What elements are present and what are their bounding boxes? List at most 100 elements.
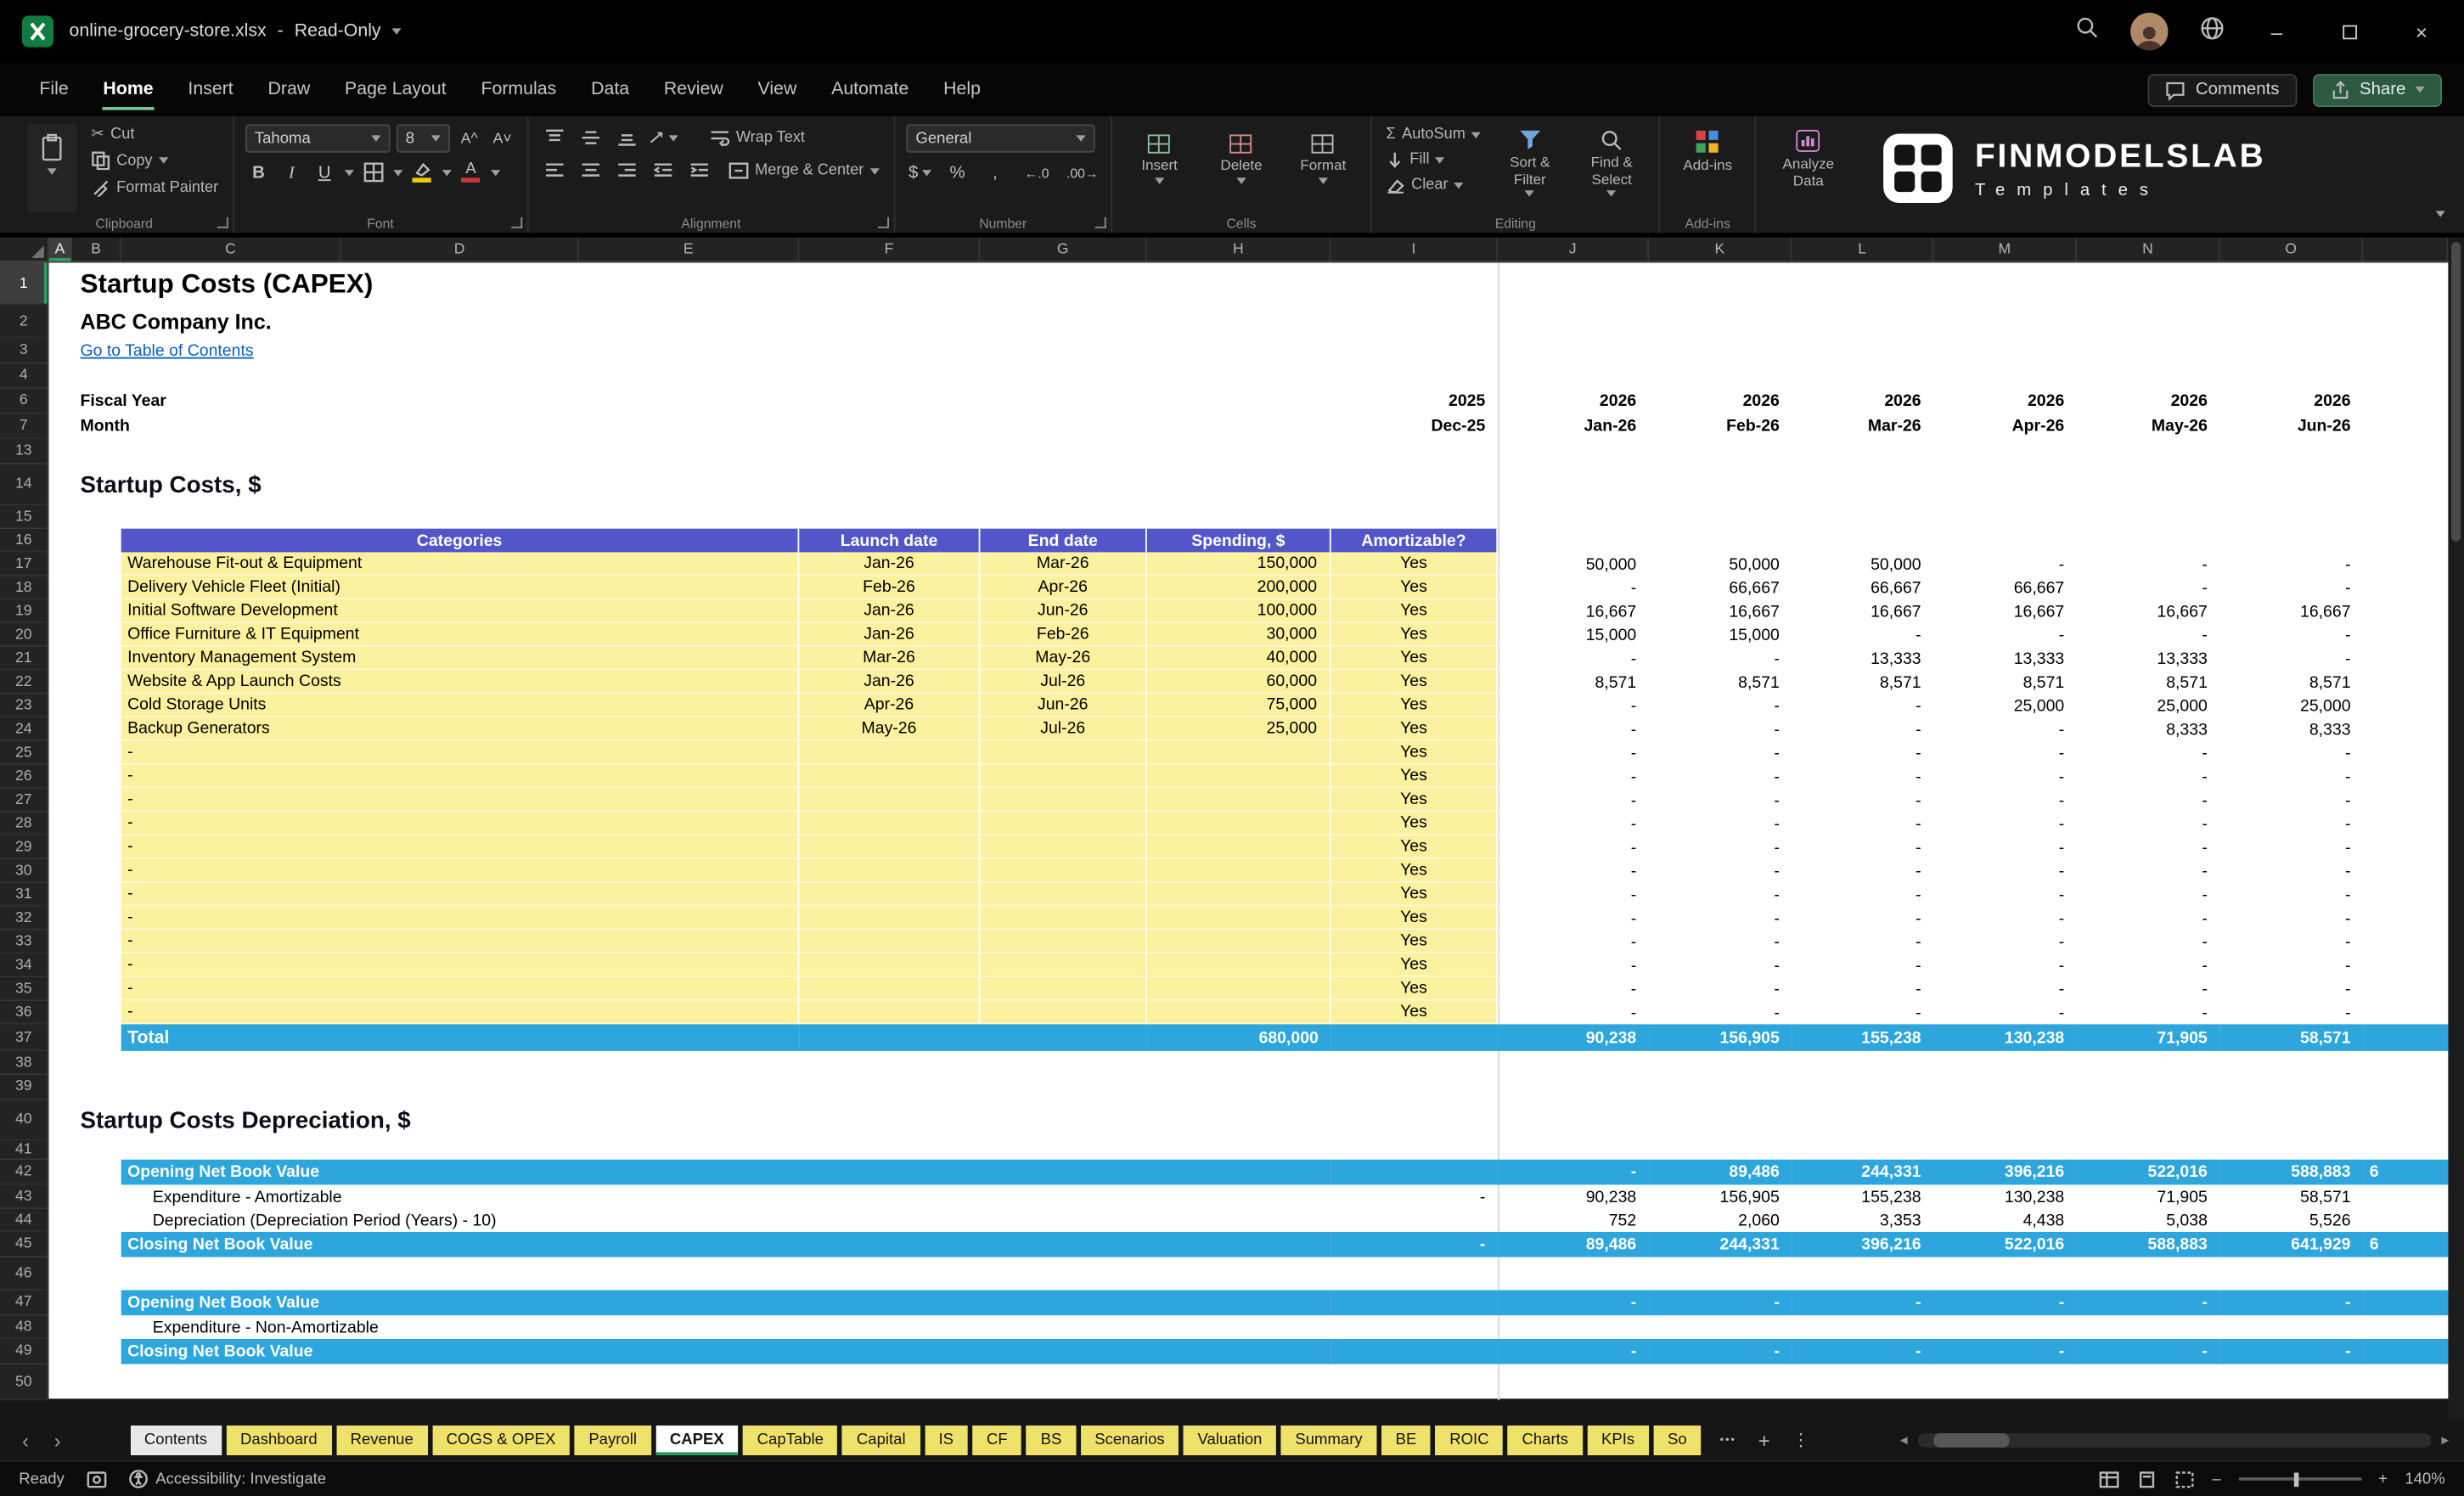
- total-month-cell[interactable]: 155,238: [1792, 1024, 1934, 1051]
- launch-date-cell[interactable]: Mar-26: [799, 646, 981, 671]
- dep-label-cell[interactable]: Closing Net Book Value: [121, 1231, 1331, 1257]
- month-value-cell[interactable]: -: [1792, 623, 1934, 647]
- sheet-scroll-right-button[interactable]: ›: [45, 1429, 70, 1453]
- total-month-cell[interactable]: 58,571: [2219, 1024, 2364, 1051]
- sheet-tab[interactable]: Revenue: [335, 1425, 428, 1456]
- dep-value-cell[interactable]: -: [1933, 1338, 2078, 1364]
- month-value-cell[interactable]: -: [1792, 694, 1934, 717]
- month-value-cell[interactable]: -: [1792, 1001, 1934, 1025]
- sheet-tab[interactable]: CF: [972, 1425, 1022, 1456]
- row-header[interactable]: 24: [0, 717, 49, 741]
- dep-value-cell[interactable]: 396,216: [1792, 1231, 1934, 1257]
- row-header[interactable]: 13: [0, 439, 49, 464]
- spending-cell[interactable]: [1146, 740, 1331, 765]
- underline-button[interactable]: U: [312, 159, 339, 186]
- dep-value-cell[interactable]: 641,929: [2219, 1231, 2364, 1257]
- sheet-tab[interactable]: COGS & OPEX: [431, 1425, 571, 1456]
- month-value-cell[interactable]: -: [2220, 883, 2364, 907]
- category-cell[interactable]: Backup Generators: [121, 717, 800, 741]
- end-date-cell[interactable]: Jun-26: [980, 599, 1147, 623]
- launch-date-cell[interactable]: [799, 976, 981, 1001]
- decrease-indent-button[interactable]: [648, 157, 678, 184]
- dep-value-cell[interactable]: 5,526: [2220, 1208, 2364, 1232]
- launch-date-cell[interactable]: [799, 764, 981, 789]
- amortizable-cell[interactable]: Yes: [1330, 670, 1499, 695]
- month-value-cell[interactable]: -: [1649, 717, 1792, 741]
- table-header-cell[interactable]: Spending, $: [1146, 528, 1331, 553]
- month-value-cell[interactable]: 66,667: [1933, 576, 2077, 599]
- month-value-cell[interactable]: -: [2220, 741, 2364, 765]
- month-value-cell[interactable]: -: [2220, 576, 2364, 599]
- align-left-button[interactable]: [539, 157, 569, 184]
- scrollbar-track[interactable]: [1917, 1433, 2432, 1448]
- launch-date-cell[interactable]: May-26: [799, 717, 981, 741]
- dep-overflow-cell[interactable]: 6: [2363, 1159, 2449, 1185]
- spending-cell[interactable]: 100,000: [1146, 599, 1331, 623]
- launch-date-cell[interactable]: [799, 812, 981, 835]
- amortizable-cell[interactable]: Yes: [1330, 599, 1499, 623]
- month-value-cell[interactable]: -: [1649, 788, 1792, 812]
- month-value-cell[interactable]: -: [1933, 859, 2077, 883]
- share-button[interactable]: Share: [2312, 73, 2443, 107]
- spending-cell[interactable]: [1146, 858, 1331, 883]
- month-value-cell[interactable]: -: [1498, 694, 1649, 717]
- amortizable-cell[interactable]: Yes: [1330, 694, 1499, 718]
- month-value-cell[interactable]: 50,000: [1792, 552, 1934, 576]
- borders-button[interactable]: [360, 159, 387, 186]
- section-heading[interactable]: Startup Costs, $: [48, 464, 2448, 505]
- month-value-cell[interactable]: -: [1649, 812, 1792, 835]
- row-header[interactable]: 49: [0, 1338, 49, 1364]
- dep-value-cell[interactable]: [1330, 1338, 1499, 1364]
- month-value-cell[interactable]: -: [2220, 788, 2364, 812]
- zoom-in-button[interactable]: +: [2378, 1471, 2388, 1488]
- align-right-button[interactable]: [611, 157, 641, 184]
- row-header[interactable]: 6: [0, 388, 49, 414]
- accessibility-status[interactable]: Accessibility: Investigate: [129, 1470, 326, 1488]
- month-value-cell[interactable]: 8,571: [1933, 670, 2077, 694]
- month-value-cell[interactable]: -: [1498, 741, 1649, 765]
- row-header[interactable]: 34: [0, 953, 49, 977]
- month-value-cell[interactable]: -: [2077, 1001, 2220, 1025]
- maximize-button[interactable]: [2329, 20, 2370, 43]
- month-value-cell[interactable]: -: [2077, 835, 2220, 859]
- spending-cell[interactable]: [1146, 930, 1331, 953]
- launch-date-cell[interactable]: [799, 882, 981, 907]
- month-value-cell[interactable]: 8,571: [2220, 670, 2364, 694]
- sheet-tab[interactable]: CAPEX: [655, 1425, 739, 1456]
- month-value-cell[interactable]: -: [1498, 859, 1649, 883]
- month-value-cell[interactable]: -: [2077, 788, 2220, 812]
- dep-label-cell[interactable]: Opening Net Book Value: [121, 1290, 1331, 1316]
- month-value-cell[interactable]: -: [2220, 552, 2364, 576]
- dep-value-cell[interactable]: -: [1933, 1290, 2078, 1316]
- ribbon-tab[interactable]: Insert: [171, 66, 250, 114]
- fiscal-year-value[interactable]: 2026: [1792, 389, 1934, 414]
- row-header[interactable]: 39: [0, 1074, 49, 1100]
- month-value-cell[interactable]: -: [2220, 859, 2364, 883]
- copy-button[interactable]: Copy: [88, 149, 222, 172]
- amortizable-cell[interactable]: Yes: [1330, 882, 1499, 907]
- row-header[interactable]: 15: [0, 504, 49, 529]
- month-value-cell[interactable]: -: [2220, 765, 2364, 789]
- percent-format-button[interactable]: %: [944, 159, 971, 186]
- number-format-select[interactable]: General: [906, 124, 1095, 153]
- row-header[interactable]: 23: [0, 694, 49, 718]
- category-cell[interactable]: Inventory Management System: [121, 646, 800, 671]
- fiscal-year-value[interactable]: 2026: [1649, 389, 1792, 414]
- chevron-down-icon[interactable]: [391, 28, 402, 35]
- category-cell[interactable]: -: [121, 764, 800, 789]
- table-header-cell[interactable]: Amortizable?: [1330, 528, 1499, 553]
- column-header[interactable]: G: [980, 237, 1147, 262]
- row-header[interactable]: 20: [0, 622, 49, 647]
- font-size-select[interactable]: 8: [396, 124, 450, 153]
- align-middle-button[interactable]: [576, 124, 605, 151]
- amortizable-cell[interactable]: Yes: [1330, 812, 1499, 835]
- row-header[interactable]: 2: [0, 305, 49, 339]
- month-value-cell[interactable]: 13,333: [2077, 647, 2220, 671]
- row-header[interactable]: 30: [0, 858, 49, 883]
- dep-value-cell[interactable]: 4,438: [1933, 1208, 2077, 1232]
- italic-button[interactable]: I: [278, 159, 306, 186]
- dep-value-cell[interactable]: -: [1330, 1231, 1499, 1257]
- month-value[interactable]: Mar-26: [1792, 413, 1934, 439]
- zoom-out-button[interactable]: –: [2212, 1471, 2220, 1488]
- launch-date-cell[interactable]: Jan-26: [799, 670, 981, 695]
